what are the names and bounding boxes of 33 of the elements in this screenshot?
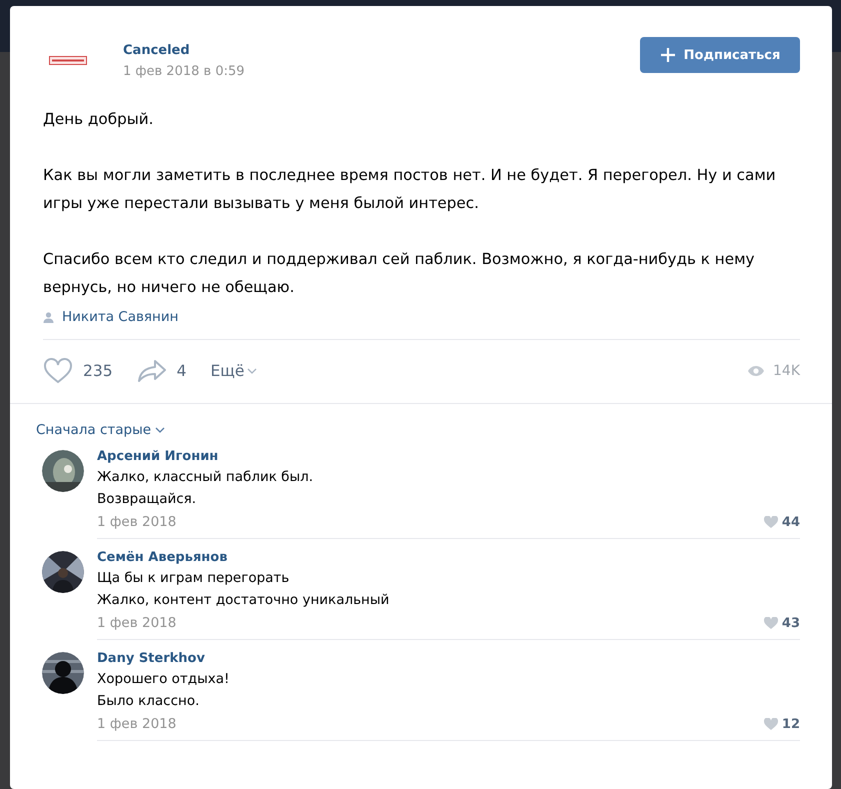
comment-text: Жалко, контент достаточно уникальный xyxy=(97,591,390,610)
share-count: 4 xyxy=(176,362,186,380)
post-paragraph: Спасибо всем кто следил и поддерживал сей паблик. Возможно, я когда-нибудь к нему вернусь, но ничего не обещаю. xyxy=(43,249,756,298)
share-arrow-icon[interactable] xyxy=(136,359,167,383)
comment-text: Возвращайся. xyxy=(97,490,198,509)
comment-like-count: 43 xyxy=(782,616,800,630)
heart-icon[interactable] xyxy=(764,617,778,629)
chevron-down-icon xyxy=(155,427,166,433)
post-paragraph: День добрый. xyxy=(43,109,154,130)
signer-link[interactable]: Никита Савянин xyxy=(62,309,178,325)
comment-text: Хорошего отдыха! xyxy=(97,670,230,689)
person-icon xyxy=(43,312,54,322)
heart-icon[interactable] xyxy=(43,358,73,384)
heart-icon[interactable] xyxy=(764,516,778,528)
comment-text: Ща бы к играм перегорать xyxy=(97,569,290,588)
commenter-name[interactable]: Семён Аверьянов xyxy=(97,549,800,567)
comment-like-count: 12 xyxy=(782,716,800,732)
commenter-name[interactable]: Dany Sterkhov xyxy=(97,650,800,668)
plus-icon xyxy=(660,47,676,63)
more-link[interactable]: Ещё xyxy=(210,362,244,380)
author-name[interactable]: Canceled xyxy=(123,43,640,58)
subscribe-button[interactable]: Подписаться xyxy=(640,37,800,73)
comment-like-count: 44 xyxy=(782,514,800,530)
post-paragraph: Как вы могли заметить в последнее время постов нет. И не будет. Я перегорел. Ну и сами игры уже перестали вызывать у меня былой интерес. xyxy=(43,165,777,214)
view-count: 14K xyxy=(773,363,800,379)
chevron-down-icon xyxy=(247,368,258,374)
eye-icon xyxy=(747,365,765,377)
sort-link[interactable]: Сначала старые xyxy=(36,422,152,438)
heart-icon[interactable] xyxy=(764,718,778,730)
comment-text: Было классно. xyxy=(97,692,200,711)
like-count: 235 xyxy=(83,362,113,380)
comment-text: Жалко, классный паблик был. xyxy=(97,468,314,487)
commenter-name[interactable]: Арсений Игонин xyxy=(97,448,800,466)
